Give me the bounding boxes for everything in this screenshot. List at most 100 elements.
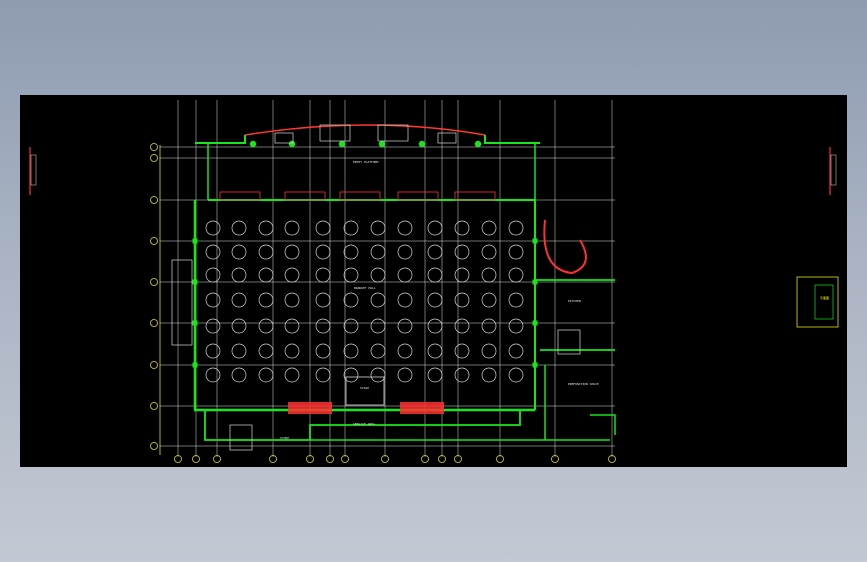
round-table-r2-c1 [205,244,221,260]
round-table-r2-c6 [343,244,359,260]
axis-bubble-row-1 [150,143,158,151]
entry-wall-left [195,135,246,144]
round-table-r2-c12 [508,244,524,260]
round-table-r6-c5 [315,343,331,359]
round-table-r4-c12 [508,292,524,308]
round-table-r2-c5 [315,244,331,260]
service-counter-1 [288,402,332,414]
round-table-r2-c4 [284,244,300,260]
side-marker-box-2 [830,154,837,186]
column-top-3 [338,140,346,148]
round-table-r4-c6 [343,292,359,308]
label-service-area: SERVICE AREA [353,422,375,426]
round-table-r1-c1 [205,220,221,236]
left-side-room [171,259,193,346]
axis-bubble-row-9 [150,442,158,450]
round-table-r4-c9 [427,292,443,308]
title-block-frame [796,276,839,328]
round-table-r7-c12 [508,367,524,383]
round-table-r4-c1 [205,292,221,308]
round-table-r5-c9 [427,318,443,334]
label-stage: STAGE [360,386,370,390]
hall-door-top-2 [284,191,326,201]
round-table-r3-c5 [315,267,331,283]
round-table-r5-c12 [508,318,524,334]
round-table-r6-c6 [343,343,359,359]
column-top-6 [474,140,482,148]
round-table-r1-c12 [508,220,524,236]
axis-bubble-row-7 [150,361,158,369]
round-table-r7-c10 [454,367,470,383]
round-table-r1-c5 [315,220,331,236]
round-table-r5-c8 [397,318,413,334]
round-table-r6-c3 [258,343,274,359]
round-table-r7-c4 [284,367,300,383]
round-table-r3-c9 [427,267,443,283]
round-table-r3-c3 [258,267,274,283]
round-table-r2-c10 [454,244,470,260]
label-kitchen: KITCHEN [568,299,581,303]
round-table-r4-c7 [370,292,386,308]
hall-door-top-1 [219,191,261,201]
axis-bubble-row-2 [150,154,158,162]
hall-door-top-3 [339,191,381,201]
round-table-r7-c8 [397,367,413,383]
hall-column-1 [192,238,198,244]
roof-arc [244,124,486,136]
round-table-r5-c5 [315,318,331,334]
hall-column-5 [532,238,538,244]
round-table-r3-c4 [284,267,300,283]
round-table-r6-c1 [205,343,221,359]
round-table-r5-c1 [205,318,221,334]
label-top-lobby: ENTRY PLATFORM [353,160,379,164]
cad-viewport[interactable]: ENTRY PLATFORM BANQUET HALL STAGE SERVIC… [20,95,847,467]
entry-furniture-2 [377,124,409,142]
service-counter-2 [400,402,444,414]
hall-column-3 [192,320,198,326]
round-table-r5-c11 [481,318,497,334]
round-table-r1-c7 [370,220,386,236]
round-table-r6-c11 [481,343,497,359]
round-table-r1-c9 [427,220,443,236]
round-table-r7-c1 [205,367,221,383]
round-table-r5-c7 [370,318,386,334]
round-table-r3-c6 [343,267,359,283]
hall-column-7 [532,320,538,326]
round-table-r1-c11 [481,220,497,236]
round-table-r7-c3 [258,367,274,383]
round-table-r1-c2 [231,220,247,236]
axis-bubble-row-4 [150,237,158,245]
spiral-stair [543,219,587,275]
hall-column-8 [532,362,538,368]
round-table-r4-c2 [231,292,247,308]
title-block-inner [814,284,834,320]
round-table-r5-c4 [284,318,300,334]
label-storage: STORE [280,436,290,440]
round-table-r1-c8 [397,220,413,236]
round-table-r5-c2 [231,318,247,334]
round-table-r6-c8 [397,343,413,359]
column-top-2 [288,140,296,148]
hall-column-4 [192,362,198,368]
round-table-r1-c3 [258,220,274,236]
round-table-r4-c10 [454,292,470,308]
axis-bubble-row-6 [150,319,158,327]
round-table-r2-c9 [427,244,443,260]
round-table-r5-c6 [343,318,359,334]
side-marker-box-1 [30,154,37,186]
round-table-r1-c10 [454,220,470,236]
round-table-r6-c2 [231,343,247,359]
round-table-r3-c8 [397,267,413,283]
stage-outline [345,376,385,406]
round-table-r4-c11 [481,292,497,308]
round-table-r2-c2 [231,244,247,260]
round-table-r4-c3 [258,292,274,308]
round-table-r7-c2 [231,367,247,383]
axis-bubble-row-8 [150,402,158,410]
round-table-r2-c3 [258,244,274,260]
round-table-r3-c2 [231,267,247,283]
round-table-r6-c9 [427,343,443,359]
label-prefunction: PREFUNCTION SPACE [568,382,599,386]
round-table-r4-c5 [315,292,331,308]
round-table-r7-c11 [481,367,497,383]
